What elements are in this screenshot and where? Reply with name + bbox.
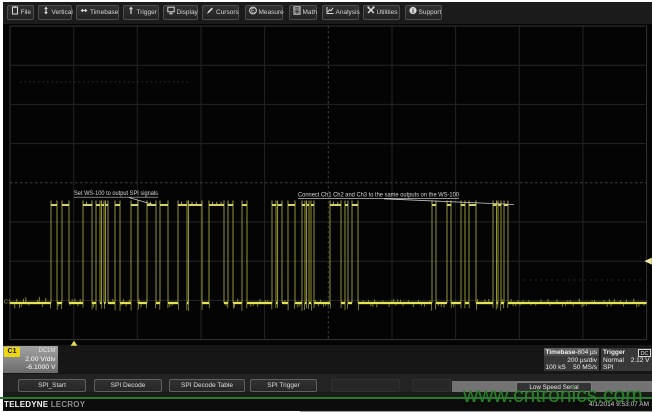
svg-text:Set WS-100 to output SPI signa: Set WS-100 to output SPI signals: [74, 190, 158, 197]
svg-text:C1: C1: [4, 300, 11, 306]
svg-text:Connect Ch1 Ch2 and Ch3 to the: Connect Ch1 Ch2 and Ch3 to the same outp…: [298, 191, 459, 198]
